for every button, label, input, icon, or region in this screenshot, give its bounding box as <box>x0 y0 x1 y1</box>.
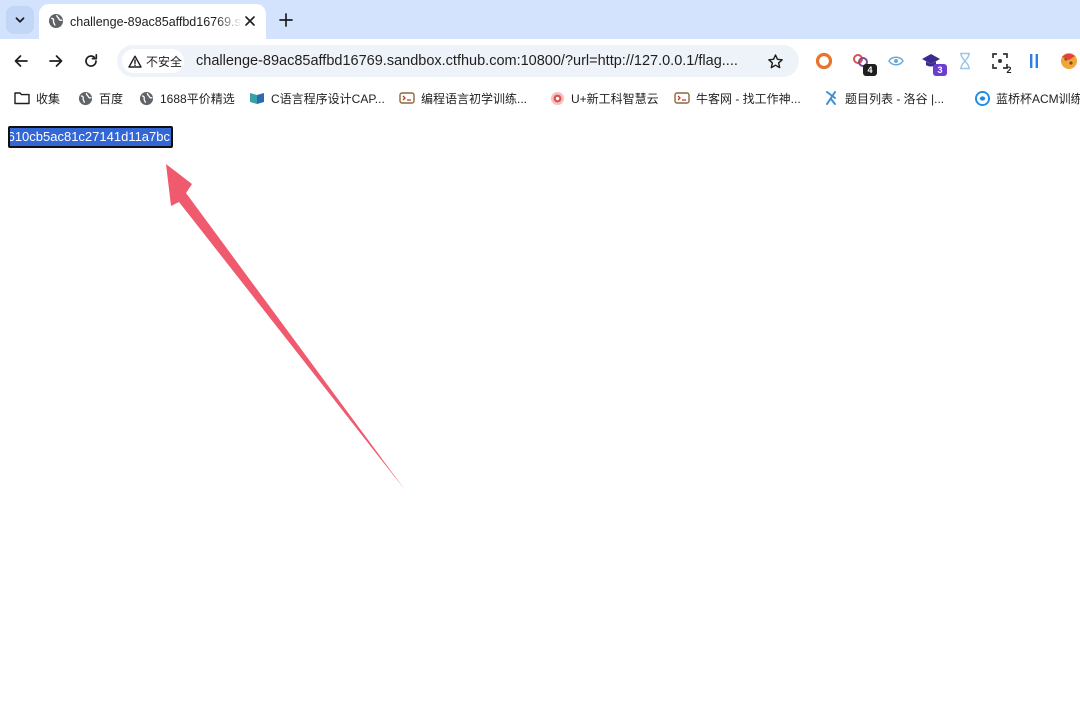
bookmark-item[interactable]: 1688平价精选 <box>138 89 235 107</box>
bookmarks-bar: 收集 百度 1688平价精选 C语言程序设计CAP... 编程语言初学训练... <box>0 83 1080 114</box>
close-icon <box>245 16 255 26</box>
globe-icon <box>138 90 154 106</box>
extension-cookie[interactable] <box>1059 51 1079 71</box>
eye-icon <box>888 56 904 66</box>
folder-icon <box>14 90 30 106</box>
bookmark-label: 收集 <box>36 91 61 106</box>
bookmark-label: 牛客网 - 找工作神... <box>696 91 801 106</box>
arrow-right-icon <box>49 55 63 67</box>
plus-icon <box>279 13 293 27</box>
tab-search-button[interactable] <box>6 6 34 34</box>
extension-cap[interactable]: 3 <box>921 51 947 76</box>
extension-badge: 4 <box>863 64 877 76</box>
url-text[interactable]: challenge-89ac85affbd16769.sandbox.ctfhu… <box>196 52 756 70</box>
bookmark-item[interactable]: 编程语言初学训练... <box>399 89 527 107</box>
flag-input[interactable]: 610cb5ac81c27141d11a7bc <box>8 126 173 148</box>
book-icon <box>249 90 265 106</box>
bookmark-label: C语言程序设计CAP... <box>271 91 385 106</box>
address-bar[interactable]: 不安全 challenge-89ac85affbd16769.sandbox.c… <box>117 45 799 77</box>
luogu-icon <box>823 90 839 106</box>
extension-orange-ring[interactable] <box>814 51 834 71</box>
site-icon <box>399 90 415 106</box>
globe-icon <box>77 90 93 106</box>
site-icon <box>674 90 690 106</box>
arrow-left-icon <box>14 55 28 67</box>
bookmark-star-button[interactable] <box>765 51 785 71</box>
ring-icon <box>815 52 833 70</box>
bookmark-label: 题目列表 - 洛谷 |... <box>845 91 945 106</box>
extension-link[interactable]: 4 <box>851 51 877 76</box>
bars-icon <box>1030 54 1038 68</box>
active-tab[interactable]: challenge-89ac85affbd16769.sandbox.ctfhu… <box>39 4 266 39</box>
bookmark-label: 蓝桥杯ACM训练 <box>996 91 1080 106</box>
bookmark-item[interactable]: 百度 <box>77 89 123 107</box>
chevron-down-icon <box>15 17 25 23</box>
bookmark-item[interactable]: 收集 <box>14 89 60 107</box>
target-icon <box>549 90 565 106</box>
bookmark-item[interactable]: 牛客网 - 找工作神... <box>674 89 801 107</box>
warning-icon <box>128 54 142 68</box>
security-label: 不安全 <box>146 54 183 69</box>
bookmark-label: U+新工科智慧云 <box>571 91 659 106</box>
bookmark-label: 1688平价精选 <box>160 91 235 106</box>
tab-strip: challenge-89ac85affbd16769.sandbox.ctfhu… <box>0 0 1080 39</box>
back-button[interactable] <box>9 49 33 73</box>
flag-selected-text: 610cb5ac81c27141d11a7bc <box>8 128 171 146</box>
browser-window: challenge-89ac85affbd16769.sandbox.ctfhu… <box>0 0 1080 703</box>
reload-button[interactable] <box>79 49 103 73</box>
bookmark-label: 百度 <box>99 91 124 106</box>
page-content: 610cb5ac81c27141d11a7bc <box>0 114 1080 703</box>
bookmark-item[interactable]: 蓝桥杯ACM训练 <box>974 89 1080 107</box>
tab-close-button[interactable] <box>241 12 259 30</box>
lanqiao-icon <box>974 90 990 106</box>
extension-badge: 3 <box>933 64 947 76</box>
hourglass-icon <box>960 52 970 70</box>
bookmark-item[interactable]: 题目列表 - 洛谷 |... <box>823 89 944 107</box>
globe-icon <box>49 14 63 28</box>
reload-icon <box>85 53 98 67</box>
extension-hourglass[interactable] <box>955 51 975 71</box>
extension-badge: 2 <box>1006 65 1012 75</box>
cookie-icon <box>1061 53 1077 69</box>
tab-title: challenge-89ac85affbd16769.sandbox.ctfhu… <box>70 15 242 29</box>
forward-button[interactable] <box>44 49 68 73</box>
star-icon <box>767 53 783 68</box>
bookmark-label: 编程语言初学训练... <box>421 91 528 106</box>
extension-screenshot[interactable]: 2 <box>990 51 1012 75</box>
annotation-arrow-icon <box>166 164 405 490</box>
extension-bars[interactable] <box>1024 51 1044 71</box>
new-tab-button[interactable] <box>274 8 298 32</box>
toolbar: 不安全 challenge-89ac85affbd16769.sandbox.c… <box>0 39 1080 83</box>
bookmark-item[interactable]: U+新工科智慧云 <box>549 89 659 107</box>
security-chip[interactable]: 不安全 <box>122 49 184 73</box>
bookmark-item[interactable]: C语言程序设计CAP... <box>249 89 385 107</box>
extension-eye[interactable] <box>886 51 906 71</box>
